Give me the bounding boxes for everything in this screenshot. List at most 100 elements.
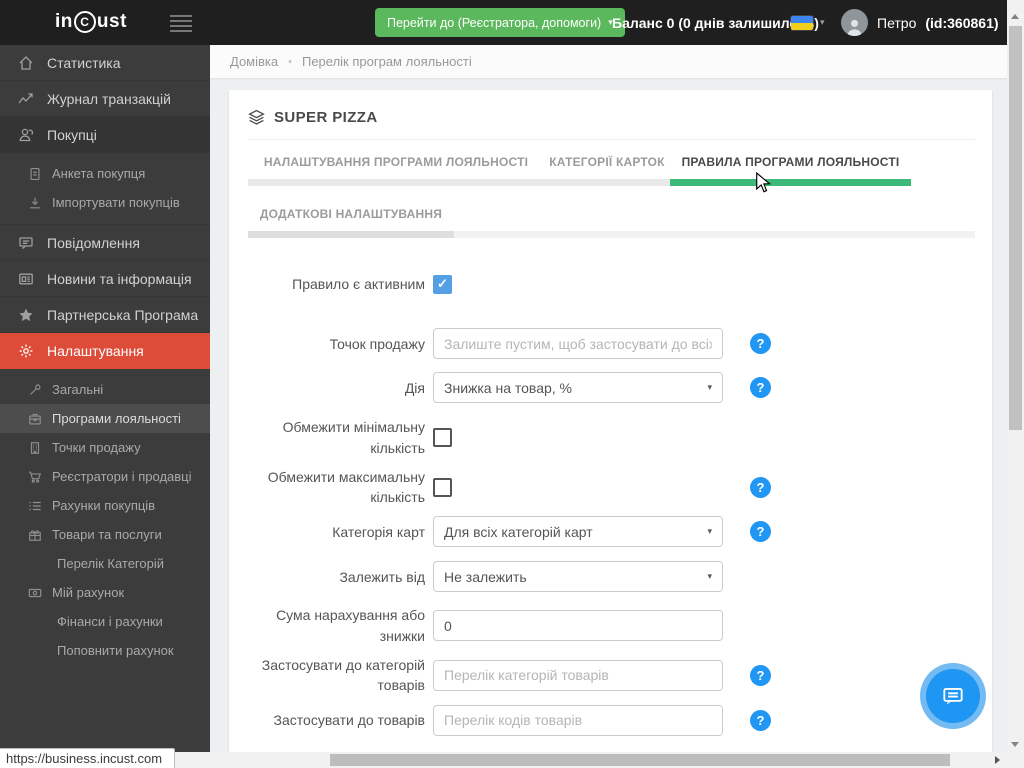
sidebar-submenu-settings: Загальні Програми лояльності Точки прода… xyxy=(0,369,210,672)
sidebar-item-label: Статистика xyxy=(47,54,121,71)
sidebar-item-customer-accounts[interactable]: Рахунки покупців xyxy=(0,491,210,520)
apply-to-goods-input[interactable] xyxy=(433,704,723,736)
scrollbar-corner xyxy=(1007,752,1024,768)
help-icon[interactable]: ? xyxy=(750,709,771,731)
language-selector[interactable]: ▾ xyxy=(791,0,825,45)
sidebar-item-statistics[interactable]: Статистика xyxy=(0,45,210,81)
sidebar-item-finances-accounts[interactable]: Фінанси і рахунки xyxy=(0,607,210,636)
breadcrumb-current: Перелік програм лояльності xyxy=(301,54,472,69)
field-label: Точок продажу xyxy=(329,335,425,352)
tab-loyalty-settings[interactable]: НАЛАШТУВАННЯ ПРОГРАМИ ЛОЯЛЬНОСТІ xyxy=(248,140,544,179)
sidebar-item-label: Налаштування xyxy=(47,342,144,359)
sidebar-item-partner-program[interactable]: Партнерська Програма xyxy=(0,297,210,333)
tab-underline-inactive xyxy=(248,179,670,186)
sidebar-item-categories-list[interactable]: Перелік Категорій xyxy=(0,549,210,578)
hamburger-menu-icon[interactable] xyxy=(170,15,192,35)
sidebar-item-label: Новини та інформація xyxy=(47,270,192,287)
help-icon[interactable]: ? xyxy=(750,377,771,399)
form-row: Обмежити мінімальну кількість xyxy=(248,417,975,458)
message-icon xyxy=(18,235,34,251)
cart-icon xyxy=(28,469,43,484)
sidebar-item-general[interactable]: Загальні xyxy=(0,375,210,404)
user-menu[interactable]: Петро (id:360861) ▾ xyxy=(841,0,1012,45)
chat-widget-button[interactable] xyxy=(926,669,980,723)
limit-max-quantity-checkbox[interactable] xyxy=(433,477,452,497)
sidebar-item-label: Рахунки покупців xyxy=(52,498,156,513)
sidebar-item-top-up-account[interactable]: Поповнити рахунок xyxy=(0,636,210,665)
breadcrumb-home-link[interactable]: Домівка xyxy=(230,54,278,69)
sidebar-item-import-customers[interactable]: Імпортувати покупців xyxy=(0,188,210,217)
tools-icon xyxy=(28,382,43,397)
sidebar-item-label: Покупці xyxy=(47,126,97,143)
apply-to-categories-input[interactable] xyxy=(433,659,723,691)
sidebar-item-label: Програми лояльності xyxy=(52,411,181,426)
form-row: Правило є активним ✓ xyxy=(248,274,975,294)
tab-additional-settings[interactable]: ДОДАТКОВІ НАЛАШТУВАННЯ xyxy=(248,192,454,231)
sidebar-item-registrars-sellers[interactable]: Реєстратори і продавці xyxy=(0,462,210,491)
sidebar-item-goods-services[interactable]: Товари та послуги xyxy=(0,520,210,549)
tab-underline-active xyxy=(670,179,911,186)
depends-on-select[interactable]: Не залежить ▾ xyxy=(433,561,723,593)
sidebar-item-label: Реєстратори і продавці xyxy=(52,469,192,484)
select-value: Не залежить xyxy=(444,568,527,585)
form-row: Дія Знижка на товар, % ▾ ? xyxy=(248,372,975,404)
point-of-sale-input[interactable] xyxy=(433,328,723,360)
go-to-dropdown-button[interactable]: Перейти до (Реєстратора, допомоги) ▾ xyxy=(375,8,625,37)
scroll-up-arrow[interactable] xyxy=(1011,14,1019,19)
help-icon[interactable]: ? xyxy=(750,333,771,355)
scroll-down-arrow[interactable] xyxy=(1011,742,1019,747)
rule-active-checkbox[interactable]: ✓ xyxy=(433,274,452,294)
sidebar-item-my-account[interactable]: Мій рахунок xyxy=(0,578,210,607)
briefcase-icon xyxy=(28,411,43,426)
sidebar-item-label: Загальні xyxy=(52,382,104,397)
field-label: Категорія карт xyxy=(332,523,425,540)
horizontal-scrollbar-thumb[interactable] xyxy=(330,754,950,766)
limit-min-quantity-checkbox[interactable] xyxy=(433,428,452,448)
home-icon xyxy=(18,55,34,71)
status-url-tooltip: https://business.incust.com xyxy=(0,748,176,768)
incust-logo[interactable]: in Cust xyxy=(55,11,127,33)
field-label: Дія xyxy=(404,379,425,396)
list-icon xyxy=(28,498,43,513)
vertical-scrollbar[interactable] xyxy=(1007,0,1024,752)
sidebar-item-label: Товари та послуги xyxy=(52,527,162,542)
scroll-right-arrow[interactable] xyxy=(995,756,1000,764)
import-icon xyxy=(28,195,43,210)
tab-card-categories[interactable]: КАТЕГОРІЇ КАРТОК xyxy=(544,140,670,179)
sidebar-item-customer-form[interactable]: Анкета покупця xyxy=(0,159,210,188)
layers-icon xyxy=(248,109,265,126)
building-icon xyxy=(28,440,43,455)
tab-loyalty-rules[interactable]: ПРАВИЛА ПРОГРАМИ ЛОЯЛЬНОСТІ xyxy=(670,140,911,179)
sidebar-item-transactions-journal[interactable]: Журнал транзакцій xyxy=(0,81,210,117)
sidebar-item-settings[interactable]: Налаштування xyxy=(0,333,210,369)
sidebar-item-loyalty-programs[interactable]: Програми лояльності xyxy=(0,404,210,433)
form-row: Застосувати до категорій товарів ? xyxy=(248,655,975,696)
field-label: Залежить від xyxy=(339,568,425,585)
vertical-scrollbar-thumb[interactable] xyxy=(1009,26,1022,430)
help-icon[interactable]: ? xyxy=(750,521,771,543)
logo-text: in xyxy=(55,11,73,32)
card-category-select[interactable]: Для всіх категорій карт ▾ xyxy=(433,516,723,548)
program-title-row: SUPER PIZZA xyxy=(248,90,975,140)
form-row: Залежить від Не залежить ▾ xyxy=(248,561,975,593)
sidebar-item-label: Анкета покупця xyxy=(52,166,146,181)
balance-text: Баланс 0 (0 днів залишилось) xyxy=(612,14,819,31)
help-icon[interactable]: ? xyxy=(750,664,771,686)
sidebar-item-label: Партнерська Програма xyxy=(47,306,199,323)
sidebar-item-label: Фінанси і рахунки xyxy=(57,614,163,629)
user-name: Петро xyxy=(877,14,917,31)
users-icon xyxy=(18,127,34,143)
select-value: Знижка на товар, % xyxy=(444,379,573,396)
chart-line-icon xyxy=(18,91,34,107)
action-select[interactable]: Знижка на товар, % ▾ xyxy=(433,372,723,404)
sidebar-item-news-info[interactable]: Новини та інформація xyxy=(0,261,210,297)
sidebar-item-messages[interactable]: Повідомлення xyxy=(0,225,210,261)
help-icon[interactable]: ? xyxy=(750,476,771,498)
field-label: Обмежити мінімальну кількість xyxy=(282,419,425,456)
field-label: Сума нарахування або знижки xyxy=(276,607,425,644)
amount-input[interactable] xyxy=(433,610,723,642)
ukraine-flag-icon xyxy=(791,15,813,30)
sidebar-item-customers[interactable]: Покупці xyxy=(0,117,210,153)
breadcrumb: Домівка • Перелік програм лояльності xyxy=(210,45,1008,78)
sidebar-item-points-of-sale[interactable]: Точки продажу xyxy=(0,433,210,462)
